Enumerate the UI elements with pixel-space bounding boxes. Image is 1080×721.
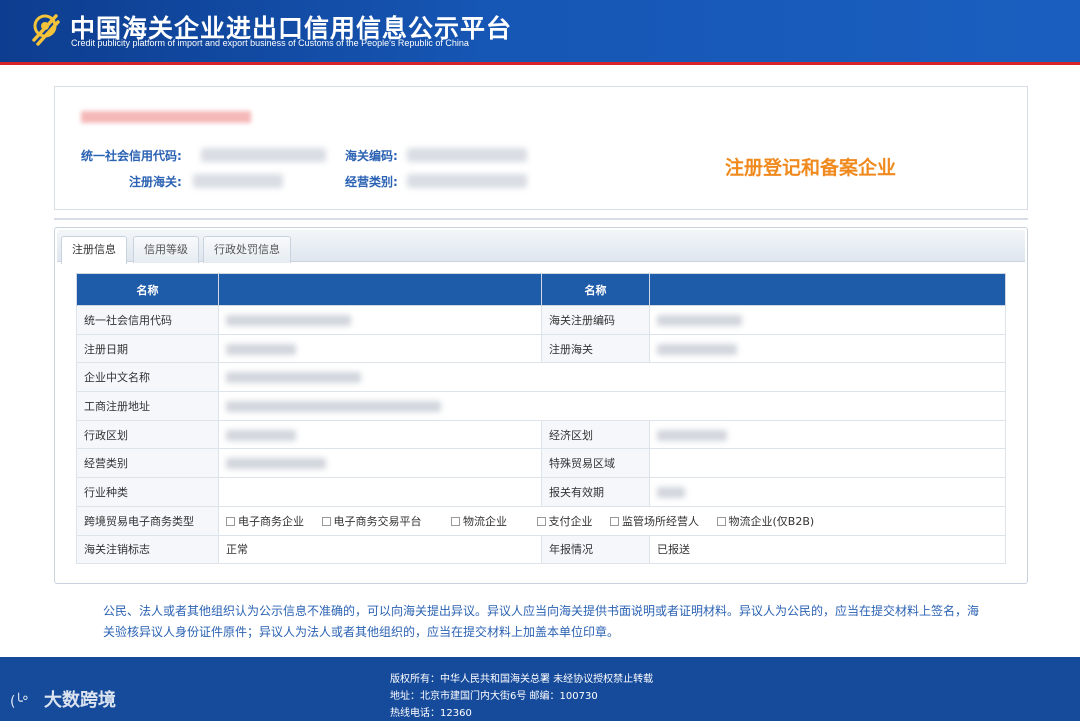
biz-type-value xyxy=(407,174,527,188)
cn-name-value xyxy=(218,362,1006,393)
reg-date-value xyxy=(218,333,542,364)
footer-copyright: 版权所有：中华人民共和国海关总署 未经协议授权禁止转载 xyxy=(390,674,654,685)
checkbox-icon[interactable] xyxy=(716,516,726,526)
annual-report-label: 年报情况 xyxy=(541,534,650,565)
economic-area-label: 经济区划 xyxy=(541,419,650,450)
header-divider xyxy=(0,62,1080,65)
table-row: 注册日期 注册海关 xyxy=(76,333,1006,364)
ecommerce-option[interactable]: 电子商务企业 xyxy=(226,513,304,529)
company-summary-card: 统一社会信用代码: 海关编码: 注册海关: 经营类别: 注册登记和备案企业 xyxy=(54,86,1028,210)
ecommerce-option[interactable]: 电子商务交易平台 xyxy=(321,513,422,529)
ecommerce-option[interactable]: 支付企业 xyxy=(536,513,593,529)
cancel-flag-label: 海关注销标志 xyxy=(76,534,219,565)
table-row: 统一社会信用代码 海关注册编码 xyxy=(76,305,1006,335)
table-row: 跨境贸易电子商务类型 电子商务企业 电子商务交易平台 物流企业 支付企业 监管场… xyxy=(76,505,1006,536)
address-label: 工商注册地址 xyxy=(76,391,219,421)
section-divider xyxy=(54,218,1028,220)
customs-code-label: 海关编码: xyxy=(345,149,398,163)
cancel-flag-value: 正常 xyxy=(218,534,542,565)
status-badge: 注册登记和备案企业 xyxy=(725,157,897,179)
industry-label: 行业种类 xyxy=(76,477,219,507)
declaration-validity-label: 报关有效期 xyxy=(541,477,650,507)
checkbox-icon[interactable] xyxy=(610,516,619,526)
admin-area-label: 行政区划 xyxy=(76,419,219,450)
ecommerce-type-options: 电子商务企业 电子商务交易平台 物流企业 支付企业 监管场所经营人 物流企业(仅… xyxy=(218,505,1006,536)
checkbox-icon[interactable] xyxy=(451,516,460,526)
customs-code-value xyxy=(407,148,527,162)
reg-date-label: 注册日期 xyxy=(76,333,219,364)
ecommerce-option[interactable]: 监管场所经营人 xyxy=(610,513,699,529)
uscc-cell-label: 统一社会信用代码 xyxy=(76,305,219,335)
cn-name-label: 企业中文名称 xyxy=(76,362,219,393)
objection-notice: 公民、法人或者其他组织认为公示信息不准确的，可以向海关提出异议。异议人应当向海关… xyxy=(103,604,980,639)
ecommerce-type-label: 跨境贸易电子商务类型 xyxy=(76,505,219,536)
site-header: 中国海关企业进出口信用信息公示平台 Credit publicity platf… xyxy=(0,0,1080,62)
customs-reg-code-value xyxy=(649,305,1006,335)
header-value-1 xyxy=(218,273,542,306)
admin-area-value xyxy=(218,419,542,450)
checkbox-icon[interactable] xyxy=(536,516,546,526)
customs-emblem-icon xyxy=(32,14,60,46)
header-name-1: 名称 xyxy=(76,273,219,306)
table-row: 行业种类 报关有效期 xyxy=(76,477,1006,507)
customs-reg-code-label: 海关注册编码 xyxy=(541,305,650,335)
reg-customs-label: 注册海关: xyxy=(129,175,182,189)
table-row: 经营类别 特殊贸易区域 xyxy=(76,448,1006,479)
watermark-logo-icon: (╰° xyxy=(10,694,29,710)
watermark: (╰° 大数跨境 xyxy=(10,686,116,712)
watermark-text: 大数跨境 xyxy=(44,690,116,711)
special-trade-zone-label: 特殊贸易区域 xyxy=(541,448,650,479)
info-panel: 注册信息 信用等级 行政处罚信息 名称 名称 统一社会信用代码 海关注册编码 注… xyxy=(54,227,1028,584)
ecommerce-option[interactable]: 物流企业(仅B2B) xyxy=(716,513,814,529)
table-row: 企业中文名称 xyxy=(76,362,1006,393)
uscc-label: 统一社会信用代码: xyxy=(81,149,182,163)
special-trade-zone-value xyxy=(649,448,1006,479)
biz-type-cell-value xyxy=(218,448,542,479)
ecommerce-option[interactable]: 物流企业 xyxy=(451,513,507,529)
tab-credit-level[interactable]: 信用等级 xyxy=(133,236,199,263)
registration-table: 名称 名称 统一社会信用代码 海关注册编码 注册日期 注册海关 企业中文名称 工… xyxy=(76,273,1006,565)
uscc-cell-value xyxy=(218,305,542,335)
table-header-row: 名称 名称 xyxy=(76,273,1006,306)
declaration-validity-value xyxy=(649,477,1006,507)
table-row: 行政区划 经济区划 xyxy=(76,419,1006,450)
reg-customs-cell-value xyxy=(649,333,1006,364)
site-subtitle: Credit publicity platform of import and … xyxy=(71,38,469,48)
footer-hotline: 热线电话：12360 xyxy=(390,708,472,719)
uscc-value xyxy=(201,148,326,162)
table-row: 海关注销标志 正常 年报情况 已报送 xyxy=(76,534,1006,565)
economic-area-value xyxy=(649,419,1006,450)
checkbox-icon[interactable] xyxy=(321,516,331,526)
tab-registration-info[interactable]: 注册信息 xyxy=(61,236,127,264)
table-row: 工商注册地址 xyxy=(76,391,1006,421)
biz-type-cell-label: 经营类别 xyxy=(76,448,219,479)
biz-type-label: 经营类别: xyxy=(345,175,398,189)
checkbox-icon[interactable] xyxy=(226,516,235,526)
reg-customs-value xyxy=(193,174,283,188)
header-name-2: 名称 xyxy=(541,273,650,306)
footer-address: 地址：北京市建国门内大街6号 邮编：100730 xyxy=(390,691,598,702)
annual-report-value: 已报送 xyxy=(649,534,1006,565)
site-footer: 版权所有：中华人民共和国海关总署 未经协议授权禁止转载 地址：北京市建国门内大街… xyxy=(0,657,1080,721)
industry-value xyxy=(218,477,542,507)
tab-bar: 注册信息 信用等级 行政处罚信息 xyxy=(57,230,1025,264)
address-value xyxy=(218,391,1006,421)
reg-customs-cell-label: 注册海关 xyxy=(541,333,650,364)
tab-admin-penalty[interactable]: 行政处罚信息 xyxy=(203,236,291,263)
header-value-2 xyxy=(649,273,1006,306)
company-name xyxy=(81,111,261,127)
